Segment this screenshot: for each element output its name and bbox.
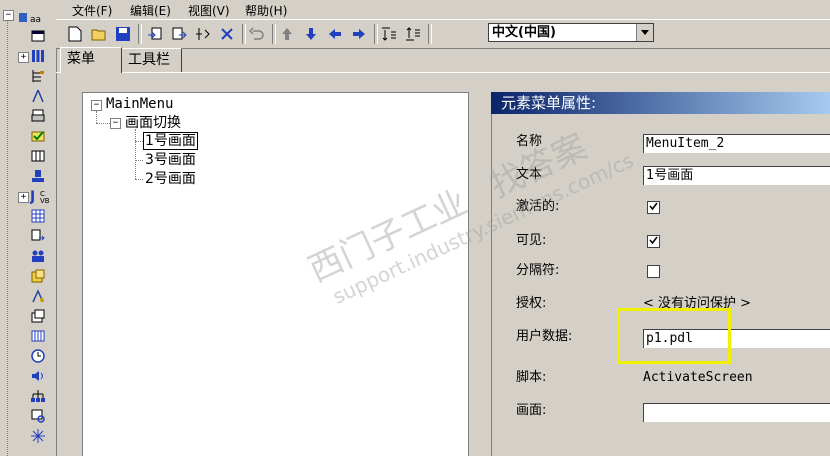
screen-label: 画面:: [516, 403, 547, 418]
visible-checkbox[interactable]: [647, 235, 660, 248]
menu-tree-panel: − MainMenu − 画面切换 1号画面 3号画面 2号画面: [82, 92, 469, 456]
tab-menu[interactable]: 菜单: [60, 47, 122, 73]
save-icon[interactable]: [114, 25, 132, 43]
toolbar-separator: [374, 24, 378, 44]
toolbar-separator: [428, 24, 432, 44]
undo-icon[interactable]: [248, 25, 266, 43]
palette-expand-toggle[interactable]: +: [18, 52, 29, 63]
palette-collapse-toggle[interactable]: −: [3, 10, 14, 21]
delete-icon[interactable]: [218, 25, 236, 43]
menu-help[interactable]: 帮助(H): [245, 3, 287, 19]
open-icon[interactable]: [90, 25, 108, 43]
tab-toolbar[interactable]: 工具栏: [122, 48, 182, 72]
transfer-icon[interactable]: [30, 228, 46, 244]
separator-label: 分隔符:: [516, 263, 560, 278]
import-icon[interactable]: [146, 25, 164, 43]
new-icon[interactable]: [66, 25, 84, 43]
tree-connector: [135, 179, 143, 181]
toolbar-separator: [272, 24, 276, 44]
tree-item[interactable]: 2号画面: [145, 170, 196, 188]
star-tool-icon[interactable]: [30, 428, 46, 444]
visible-label: 可见:: [516, 233, 547, 248]
svg-text:VB: VB: [40, 197, 50, 204]
tree-node-group[interactable]: 画面切换: [125, 114, 181, 132]
language-select-value: 中文(中国): [492, 25, 556, 40]
network-icon[interactable]: [30, 388, 46, 404]
cube-icon[interactable]: [30, 268, 46, 284]
tree-collapse-toggle[interactable]: −: [91, 100, 102, 111]
print-icon[interactable]: [30, 108, 46, 124]
name-field[interactable]: MenuItem_2: [643, 134, 830, 153]
tree-item-selected[interactable]: 1号画面: [143, 132, 198, 150]
check-mail-icon[interactable]: [30, 128, 46, 144]
tree-connector: [96, 123, 110, 125]
text-field[interactable]: 1号画面: [643, 166, 830, 185]
grid-icon[interactable]: [30, 48, 46, 64]
toolbar-separator: [138, 24, 142, 44]
move-down-icon[interactable]: [302, 25, 320, 43]
authorization-label: 授权:: [516, 296, 547, 311]
add-icon[interactable]: [194, 25, 212, 43]
tree-view-icon[interactable]: [30, 68, 46, 84]
move-right-icon[interactable]: [350, 25, 368, 43]
highlight-box: [617, 308, 731, 364]
tree-root-mainmenu[interactable]: MainMenu: [106, 95, 173, 113]
script-value[interactable]: ActivateScreen: [643, 370, 753, 386]
language-select[interactable]: 中文(中国): [488, 23, 654, 42]
speaker-icon[interactable]: [30, 368, 46, 384]
text-label: 文本: [516, 167, 543, 182]
clock-icon[interactable]: [30, 348, 46, 364]
users-icon[interactable]: [30, 248, 46, 264]
toolbar: 中文(中国): [56, 20, 830, 49]
user-data-label: 用户数据:: [516, 329, 573, 344]
tree-connector: [135, 129, 137, 179]
tab-strip-line: [56, 72, 830, 73]
left-object-palette: − + + aa J C VB: [0, 0, 57, 456]
script-label: 脚本:: [516, 370, 547, 385]
active-label: 激活的:: [516, 199, 560, 214]
column-table-icon[interactable]: [30, 328, 46, 344]
toolbar-separator: [242, 24, 246, 44]
move-up-icon[interactable]: [278, 25, 296, 43]
tree-connector: [135, 141, 143, 143]
screen-field[interactable]: [643, 403, 830, 422]
tree-collapse-toggle[interactable]: −: [110, 118, 121, 129]
chevron-down-icon[interactable]: [636, 24, 653, 41]
svg-text:aa: aa: [30, 15, 41, 25]
menu-bar: 文件(F) 编辑(E) 视图(V) 帮助(H): [56, 3, 830, 20]
vb-script-icon[interactable]: J CVB: [30, 188, 52, 204]
insert-before-icon[interactable]: [380, 25, 398, 43]
palette-tree-lines: [7, 16, 8, 456]
windows-icon[interactable]: [30, 308, 46, 324]
tag-table-icon[interactable]: [30, 208, 46, 224]
move-left-icon[interactable]: [326, 25, 344, 43]
tree-item[interactable]: 3号画面: [145, 151, 196, 169]
menu-file[interactable]: 文件(F): [72, 3, 112, 19]
menu-view[interactable]: 视图(V): [188, 3, 230, 19]
active-checkbox[interactable]: [647, 201, 660, 214]
table-icon[interactable]: [30, 148, 46, 164]
tree-connector: [96, 111, 98, 123]
search-window-icon[interactable]: [30, 408, 46, 424]
compass-icon[interactable]: [30, 88, 46, 104]
export-icon[interactable]: [170, 25, 188, 43]
stamp-icon[interactable]: [30, 168, 46, 184]
palette-expand-toggle[interactable]: +: [18, 192, 29, 203]
svg-text:J: J: [30, 189, 35, 204]
separator-checkbox[interactable]: [647, 265, 660, 278]
insert-after-icon[interactable]: [404, 25, 422, 43]
name-label: 名称: [516, 134, 543, 149]
menu-edit[interactable]: 编辑(E): [130, 3, 171, 19]
tree-connector: [135, 160, 143, 162]
window-icon[interactable]: [30, 28, 46, 44]
graphics-objects-icon[interactable]: aa: [18, 10, 48, 26]
properties-header: 元素菜单属性:: [491, 92, 830, 114]
user-key-icon[interactable]: [30, 288, 46, 304]
